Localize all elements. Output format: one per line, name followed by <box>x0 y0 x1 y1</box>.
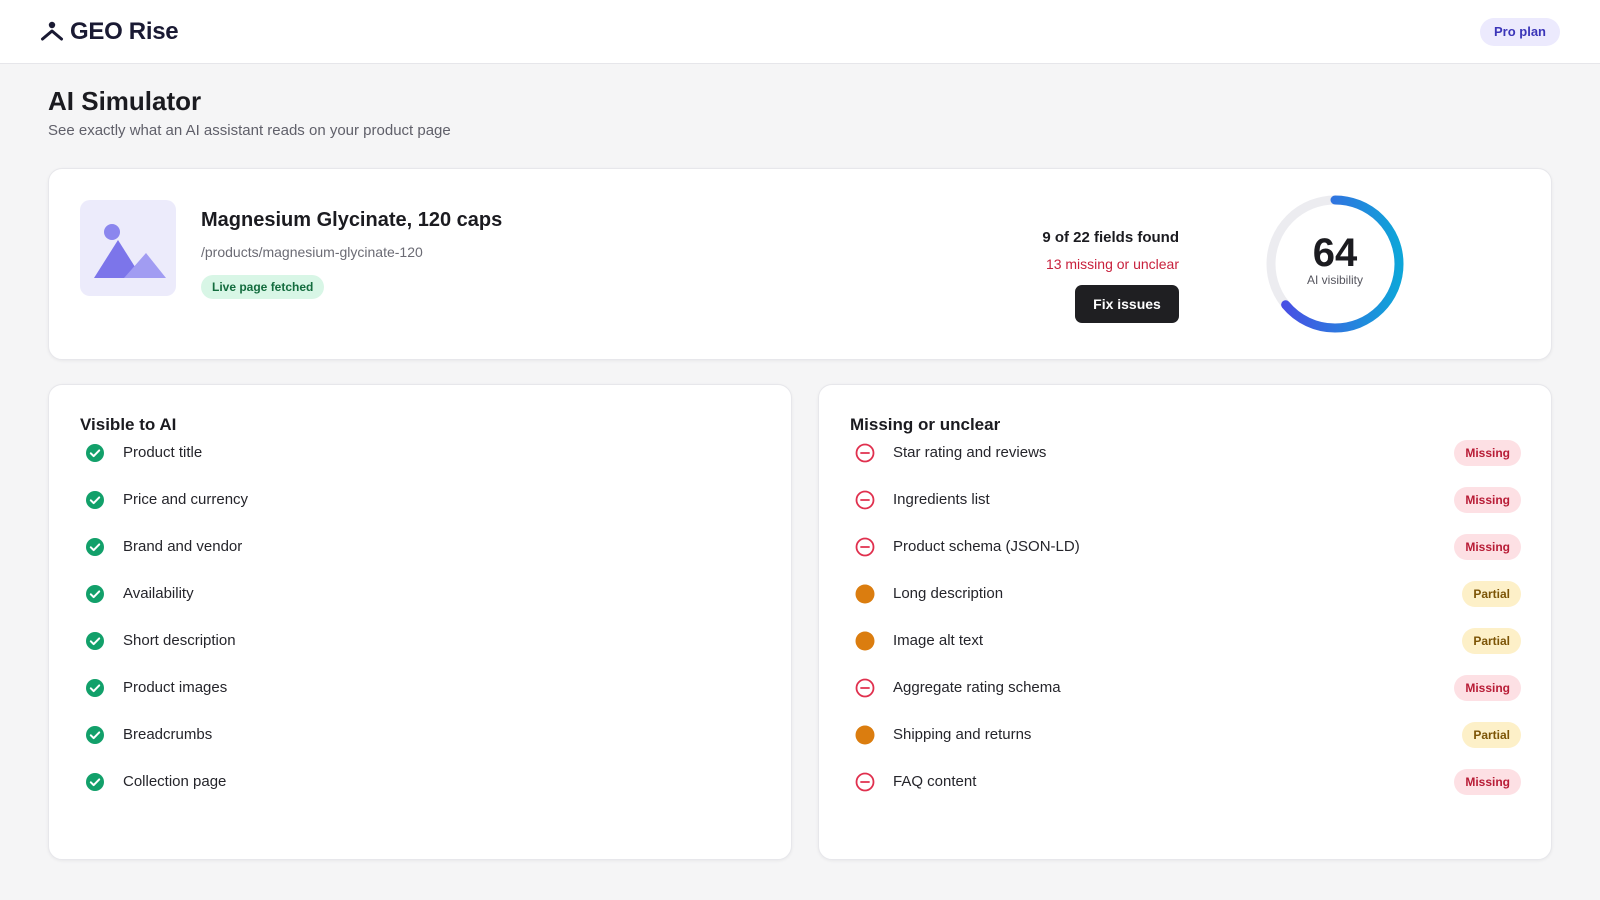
visible-list-item: Availability <box>49 580 791 627</box>
missing-status-badge: Missing <box>1454 534 1521 560</box>
visible-item-label: Price and currency <box>123 491 249 508</box>
plan-badge[interactable]: Pro plan <box>1479 18 1560 46</box>
visible-list-item: Breadcrumbs <box>49 721 791 768</box>
missing-list-item[interactable]: Product schema (JSON-LD) Missing <box>819 533 1551 580</box>
check-circle-icon <box>86 632 104 650</box>
visible-list-item: Product images <box>49 674 791 721</box>
missing-count-text: 13 missing or unclear <box>1045 256 1179 272</box>
missing-status-badge: Missing <box>1454 487 1521 513</box>
missing-list: Star rating and reviews Missing Ingredient… <box>819 439 1551 815</box>
missing-status-badge: Missing <box>1454 440 1521 466</box>
partial-dot-icon <box>855 725 875 745</box>
missing-item-label: FAQ content <box>893 773 977 790</box>
visible-list-item: Price and currency <box>49 486 791 533</box>
minus-circle-icon <box>855 490 875 510</box>
page-title: AI Simulator <box>48 86 202 116</box>
person-up-icon <box>41 21 63 41</box>
visible-item-label: Collection page <box>123 773 227 790</box>
visible-item-label: Product images <box>123 679 228 696</box>
visible-card-title: Visible to AI <box>80 415 177 434</box>
visible-list-item: Brand and vendor <box>49 533 791 580</box>
missing-list-item[interactable]: Long description Partial <box>819 580 1551 627</box>
missing-list-item[interactable]: Image alt text Partial <box>819 627 1551 674</box>
minus-circle-icon <box>855 772 875 792</box>
visible-list-item: Product title <box>49 439 791 486</box>
missing-status-badge: Missing <box>1454 675 1521 701</box>
minus-circle-icon <box>855 678 875 698</box>
missing-list-item[interactable]: Ingredients list Missing <box>819 486 1551 533</box>
visibility-gauge: 64 AI visibility <box>1262 191 1408 337</box>
missing-item-label: Product schema (JSON-LD) <box>893 538 1080 555</box>
partial-status-badge: Partial <box>1462 581 1521 607</box>
missing-item-label: Image alt text <box>893 632 984 649</box>
minus-circle-icon <box>855 537 875 557</box>
top-bar: GEO Rise Pro plan <box>0 0 1600 64</box>
product-thumbnail <box>80 200 176 296</box>
missing-item-label: Ingredients list <box>893 491 990 508</box>
visible-item-label: Short description <box>123 632 236 649</box>
partial-dot-icon <box>855 584 875 604</box>
missing-list-item[interactable]: FAQ content Missing <box>819 768 1551 815</box>
visible-list-item: Short description <box>49 627 791 674</box>
partial-status-badge: Partial <box>1462 628 1521 654</box>
fields-found-text: 9 of 22 fields found <box>1042 229 1179 246</box>
visibility-label: AI visibility <box>1306 273 1363 287</box>
page-subtitle: See exactly what an AI assistant reads o… <box>48 122 451 139</box>
product-url[interactable]: /products/magnesium-glycinate-120 <box>201 244 423 260</box>
check-circle-icon <box>86 491 104 509</box>
check-circle-icon <box>86 726 104 744</box>
partial-dot-icon <box>855 631 875 651</box>
fix-issues-button[interactable]: Fix issues <box>1075 285 1179 323</box>
visible-list: Product title Price and currency Brand and… <box>49 439 791 815</box>
visible-item-label: Product title <box>123 444 203 461</box>
image-placeholder-icon <box>94 224 166 278</box>
visible-list-item: Collection page <box>49 768 791 815</box>
missing-item-label: Long description <box>893 585 1004 602</box>
partial-status-badge: Partial <box>1462 722 1521 748</box>
missing-or-unclear-card: Missing or unclear Star rating and revie… <box>818 384 1552 860</box>
minus-circle-icon <box>855 443 875 463</box>
missing-item-label: Shipping and returns <box>893 726 1032 743</box>
check-circle-icon <box>86 773 104 791</box>
missing-item-label: Aggregate rating schema <box>893 679 1061 696</box>
missing-list-item[interactable]: Star rating and reviews Missing <box>819 439 1551 486</box>
visible-to-ai-card: Visible to AI Product title Price and cur… <box>48 384 792 860</box>
brand-name: GEO Rise <box>70 18 179 45</box>
missing-card-title: Missing or unclear <box>850 415 1001 434</box>
visibility-score: 64 <box>1312 231 1358 275</box>
check-circle-icon <box>86 679 104 697</box>
missing-list-item[interactable]: Aggregate rating schema Missing <box>819 674 1551 721</box>
product-summary-card: Magnesium Glycinate, 120 caps /products/… <box>48 168 1552 360</box>
brand-logo[interactable]: GEO Rise <box>40 18 179 46</box>
check-circle-icon <box>86 538 104 556</box>
fetch-status-badge: Live page fetched <box>201 275 325 299</box>
check-circle-icon <box>86 444 104 462</box>
visible-item-label: Availability <box>123 585 194 602</box>
product-name: Magnesium Glycinate, 120 caps <box>201 209 503 231</box>
field-stats: 9 of 22 fields found 13 missing or uncle… <box>1042 229 1179 272</box>
missing-status-badge: Missing <box>1454 769 1521 795</box>
check-circle-icon <box>86 585 104 603</box>
missing-item-label: Star rating and reviews <box>893 444 1047 461</box>
visible-item-label: Breadcrumbs <box>123 726 213 743</box>
missing-list-item[interactable]: Shipping and returns Partial <box>819 721 1551 768</box>
visible-item-label: Brand and vendor <box>123 538 243 555</box>
